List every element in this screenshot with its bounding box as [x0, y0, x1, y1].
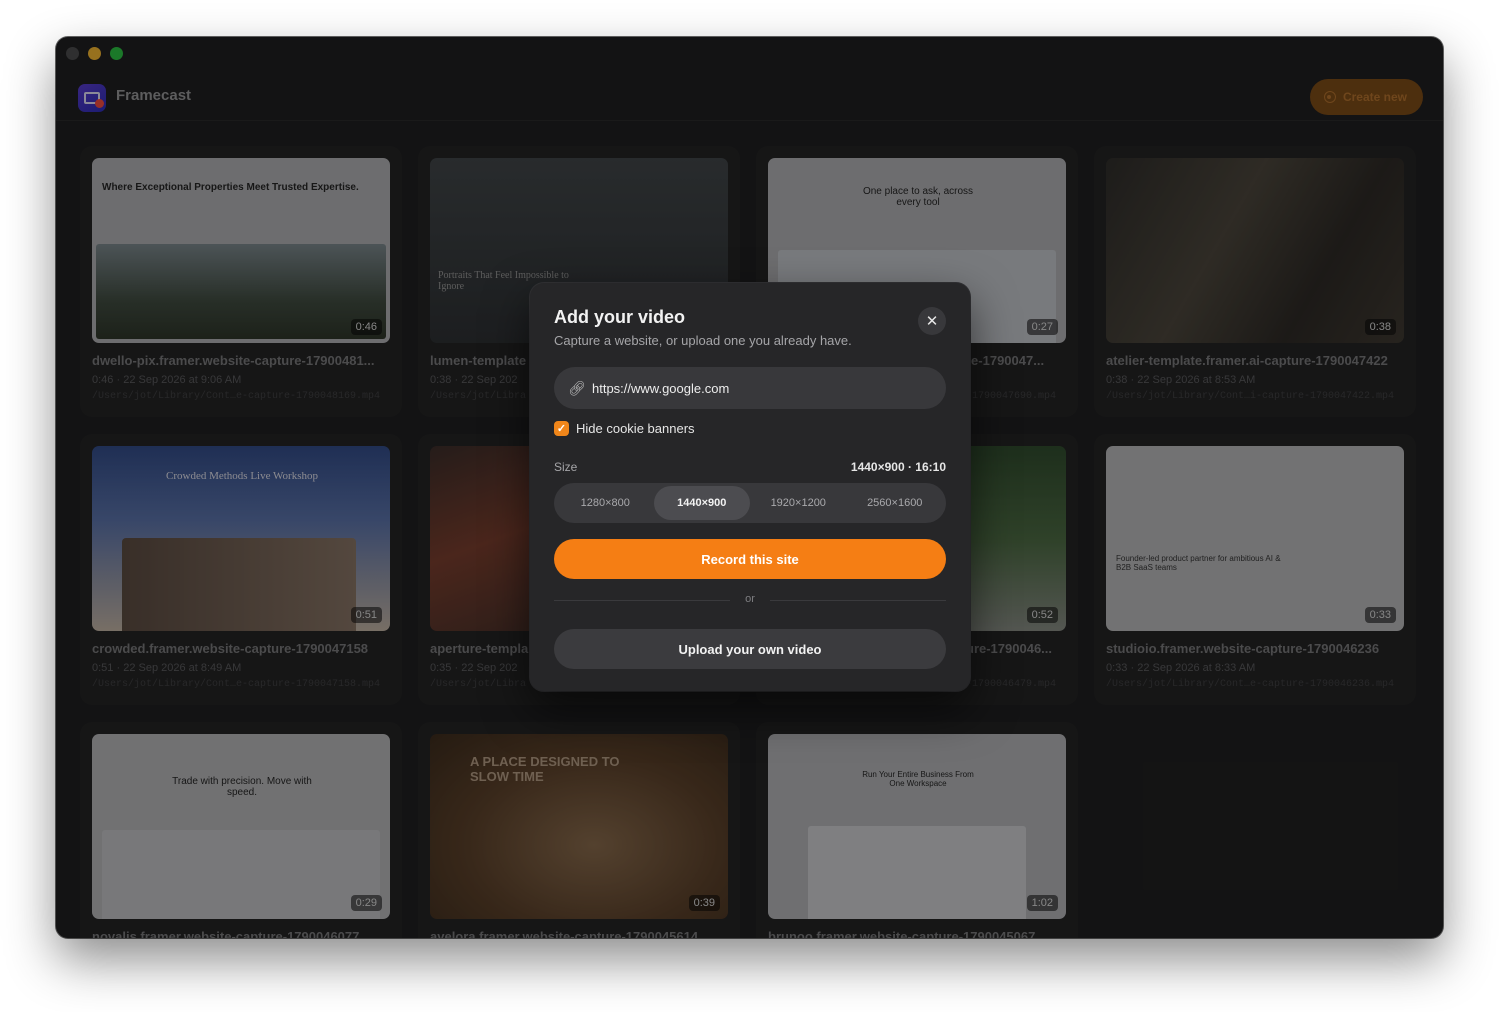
size-option-1280x800[interactable]: 1280×800 [557, 486, 654, 520]
link-icon: 🔗︎ [568, 380, 586, 396]
add-video-dialog: Add your video Capture a website, or upl… [530, 283, 970, 691]
hide-cookie-checkbox[interactable]: ✓ [554, 421, 569, 436]
url-input[interactable] [592, 367, 932, 409]
size-value: 1440×900 · 16:10 [850, 460, 946, 474]
size-label: Size [554, 460, 578, 474]
size-option-1920x1200[interactable]: 1920×1200 [750, 486, 847, 520]
upload-video-button[interactable]: Upload your own video [554, 629, 946, 669]
close-icon[interactable]: ✕ [918, 307, 946, 335]
size-option-2560x1600[interactable]: 2560×1600 [847, 486, 944, 520]
record-site-button[interactable]: Record this site [554, 539, 946, 579]
hide-cookie-row[interactable]: ✓ Hide cookie banners [554, 421, 695, 436]
size-selector: 1280×800 1440×900 1920×1200 2560×1600 [554, 483, 946, 523]
url-field[interactable]: 🔗︎ [554, 367, 946, 409]
or-label: or [745, 593, 755, 605]
hide-cookie-label: Hide cookie banners [576, 421, 695, 436]
dialog-subtitle: Capture a website, or upload one you alr… [554, 333, 852, 348]
dialog-title: Add your video [554, 307, 686, 327]
app-window: Framecast Create new Where Exceptional P… [56, 37, 1443, 938]
size-option-1440x900[interactable]: 1440×900 [653, 486, 750, 520]
or-divider: or [554, 593, 946, 607]
